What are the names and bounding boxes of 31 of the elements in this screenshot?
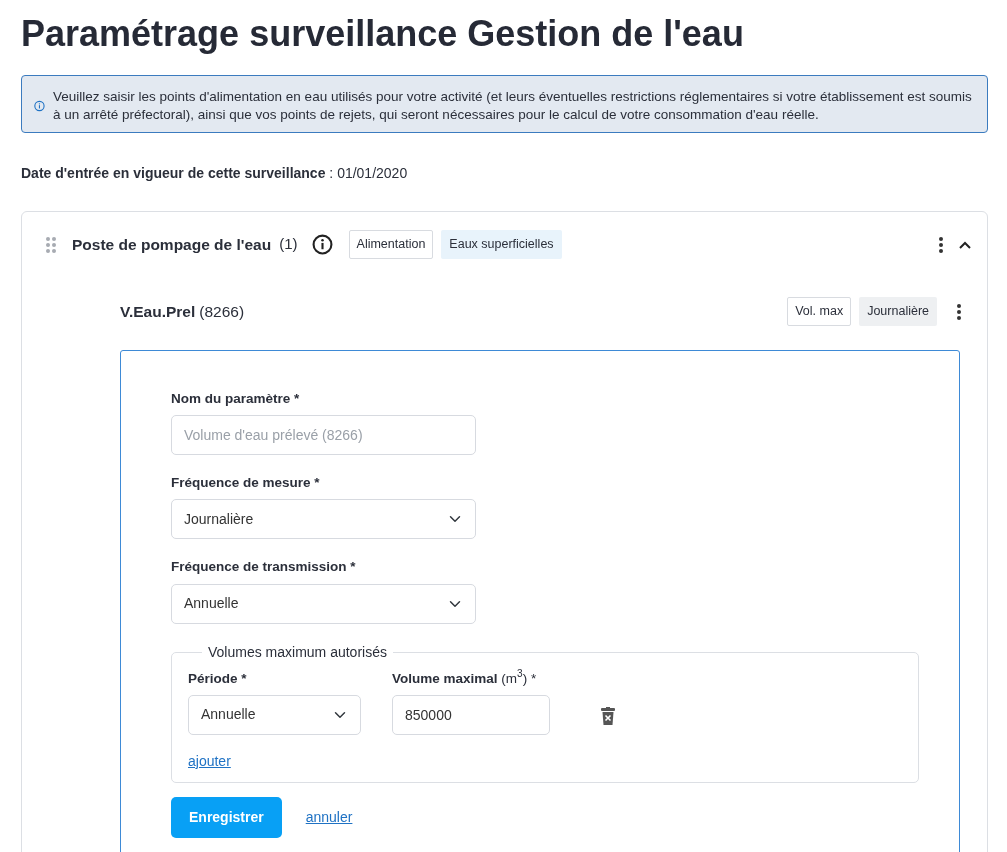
tag: Eaux superficielles [441, 230, 562, 260]
add-link[interactable]: ajouter [188, 752, 231, 769]
date-value: 01/01/2020 [337, 165, 408, 182]
fieldset-legend: Volumes maximum autorisés [202, 641, 393, 663]
select-field[interactable]: Journalière [171, 499, 476, 540]
field-label: Nom du paramètre * [171, 389, 301, 408]
more-vertical-icon [939, 237, 943, 254]
drag-handle-icon[interactable] [46, 236, 56, 253]
field-label: Période * [188, 669, 248, 688]
alert-text: Veuillez saisir les points d'alimentation en eau utilisés pour votre activité (et leurs éventuelles restrictions réglementaires si votre établissement est soumis à un arrêté préfectoral), ainsi que vos points de rejets, qui seront nécessaires pour le calcul de votre consommation d'eau réelle. [52, 88, 973, 124]
date-label: Date d'entrée en vigueur de cette surveillance : [21, 165, 335, 182]
select-field[interactable]: Annuelle [171, 583, 476, 624]
field-label: Fréquence de mesure * [171, 474, 321, 493]
more-vertical-icon [957, 304, 961, 321]
parameter-code: V.Eau.Prel [120, 301, 196, 322]
tag: Vol. max [787, 297, 852, 326]
number-field[interactable]: 850000 [392, 694, 550, 735]
trash-icon [601, 706, 615, 725]
page-title: Paramétrage surveillance Gestion de l'eau [21, 12, 745, 56]
cancel-link[interactable]: annuler [305, 806, 353, 828]
chevron-up-icon [959, 241, 971, 250]
info-icon [311, 234, 333, 256]
text-field[interactable]: Volume d'eau prélevé (8266) [171, 415, 476, 456]
tag: Journalière [859, 297, 937, 326]
field-label: Fréquence de transmission * [171, 558, 357, 577]
point-name: Poste de pompage de l'eau [72, 235, 272, 256]
select-field[interactable]: Annuelle [188, 694, 361, 735]
parameter-number: (8266) [199, 301, 245, 322]
tag: Alimentation [348, 230, 434, 260]
point-count: (1) [279, 234, 298, 255]
field-label: Volume maximal (m$^{3}$) * [392, 668, 537, 688]
